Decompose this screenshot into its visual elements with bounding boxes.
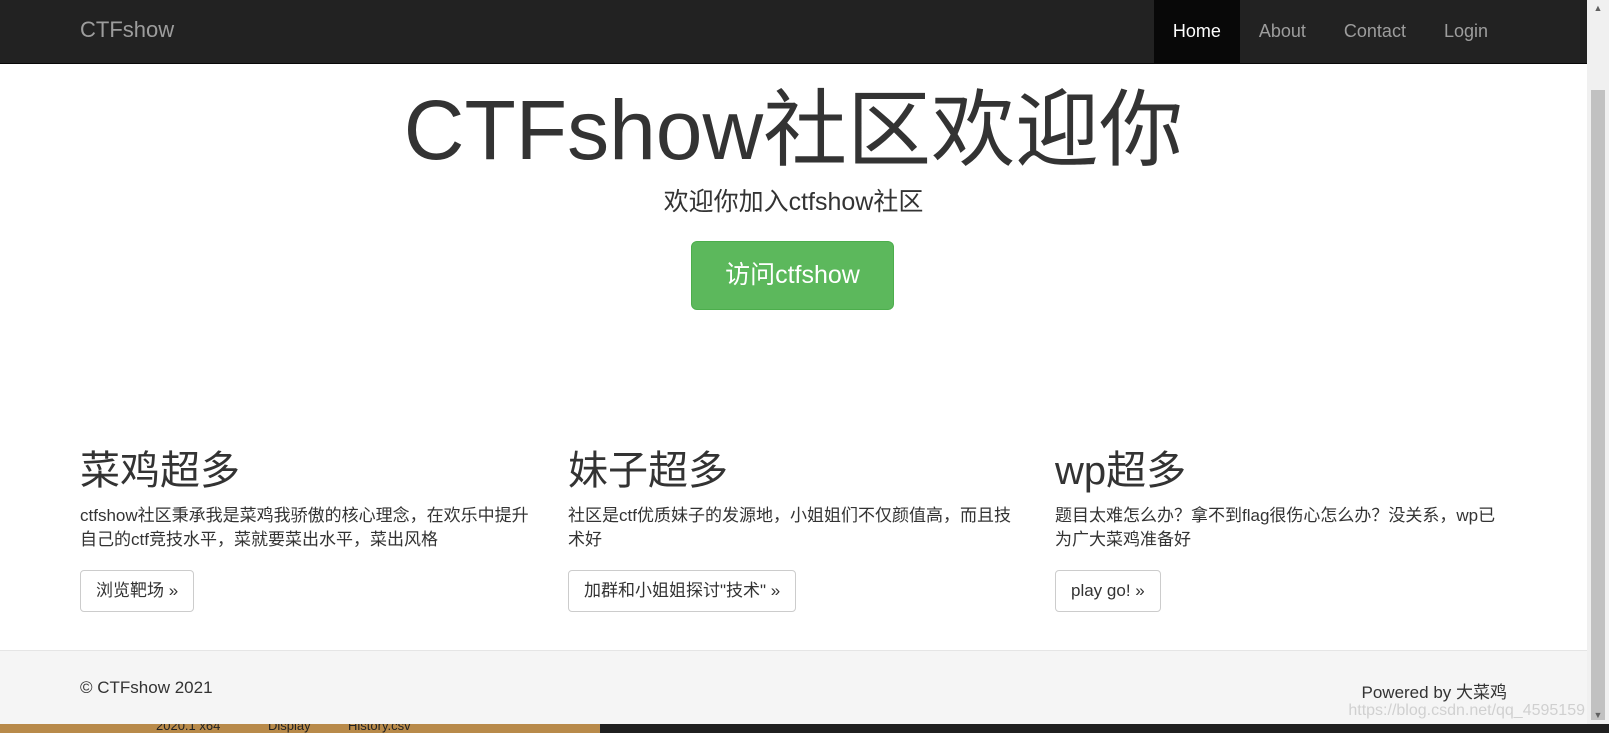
csdn-watermark: https://blog.csdn.net/qq_4595159 [1348,702,1585,719]
feature-heading: wp超多 [1055,449,1187,493]
feature-column-2: 妹子超多 社区是ctf优质妹子的发源地，小姐姐们不仅颜值高，而且技术好 加群和小… [568,446,1018,612]
feature-text: 社区是ctf优质妹子的发源地，小姐姐们不仅颜值高，而且技术好 [568,506,1011,549]
scroll-up-arrow-icon[interactable]: ▲ [1587,0,1609,17]
play-go-button[interactable]: play go! » [1055,570,1161,612]
browser-viewport: CTFshow Home About Contact Login CTFshow… [0,0,1587,724]
scroll-down-arrow-icon[interactable]: ▼ [1587,707,1609,724]
top-navbar: CTFshow Home About Contact Login [0,0,1587,64]
hero-title: CTFshow社区欢迎你 [403,83,1184,177]
nav-menu: Home About Contact Login [1153,0,1507,63]
visit-ctfshow-button[interactable]: 访问ctfshow [691,241,894,310]
page-footer: © CTFshow 2021 Powered by 大菜鸡 https://bl… [0,650,1587,724]
taskbar-item[interactable]: 2020.1 x64 [156,724,220,733]
nav-item-home[interactable]: Home [1153,0,1240,63]
feature-heading: 菜鸡超多 [80,449,240,493]
taskbar-segment [600,724,1609,733]
browse-range-button[interactable]: 浏览靶场 » [80,570,195,612]
nav-item-login[interactable]: Login [1425,0,1507,63]
feature-text: 题目太难怎么办？拿不到flag很伤心怎么办？没关系，wp已为广大菜鸡准备好 [1055,506,1496,549]
feature-column-3: wp超多 题目太难怎么办？拿不到flag很伤心怎么办？没关系，wp已为广大菜鸡准… [1055,446,1505,612]
vertical-scrollbar[interactable]: ▲ ▼ [1587,0,1609,724]
feature-heading: 妹子超多 [568,449,728,493]
brand-link[interactable]: CTFshow [80,17,174,43]
taskbar-item[interactable]: Display [268,724,311,733]
join-group-button[interactable]: 加群和小姐姐探讨"技术" » [568,570,797,612]
copyright-text: © CTFshow 2021 [80,678,213,697]
feature-text: ctfshow社区秉承我是菜鸡我骄傲的核心理念，在欢乐中提升自己的ctf竞技水平… [80,506,529,549]
nav-item-contact[interactable]: Contact [1325,0,1425,63]
scrollbar-thumb[interactable] [1591,90,1605,720]
nav-item-about[interactable]: About [1240,0,1325,63]
powered-by-text: Powered by 大菜鸡 [1361,683,1508,702]
taskbar-item[interactable]: History.csv [348,724,411,733]
feature-column-1: 菜鸡超多 ctfshow社区秉承我是菜鸡我骄傲的核心理念，在欢乐中提升自己的ct… [80,446,530,612]
hero-subtitle: 欢迎你加入ctfshow社区 [663,188,924,216]
taskbar-strip: 2020.1 x64 Display History.csv [0,724,1609,733]
